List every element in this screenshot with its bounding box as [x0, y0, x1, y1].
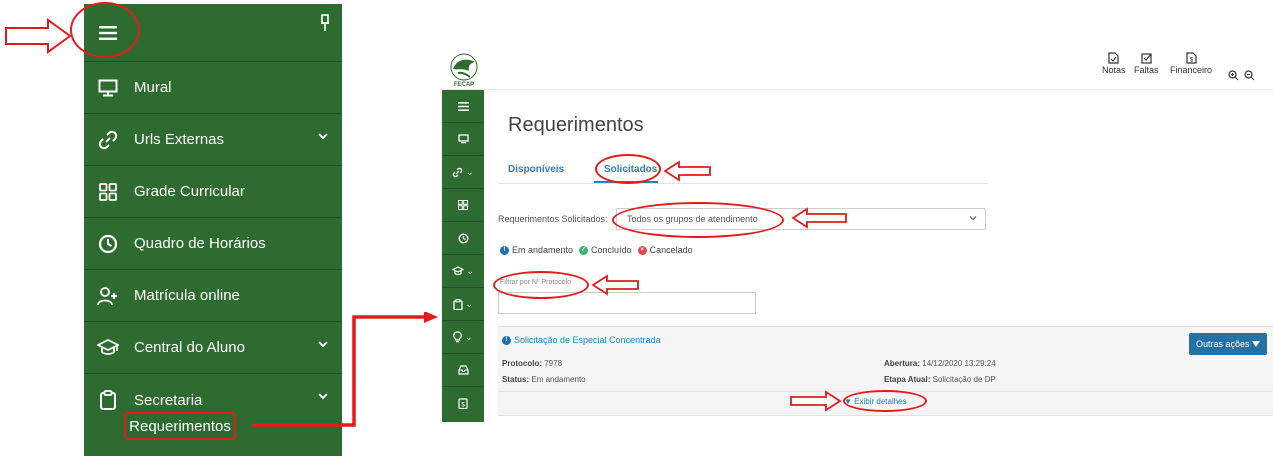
- tab-disponiveis[interactable]: Disponíveis: [508, 164, 564, 175]
- expanded-sidebar: Mural Urls Externas Grade Curricular Qua…: [84, 4, 342, 456]
- sidebar-item-inbox[interactable]: [442, 354, 484, 387]
- top-bar: FECAP Notas Faltas $ Financeiro: [442, 50, 1273, 90]
- clock-icon: [457, 232, 469, 244]
- clipboard-icon: [453, 298, 463, 310]
- chevron-down-icon: [318, 393, 328, 400]
- link-icon: [453, 167, 463, 177]
- filter-label: Requerimentos Solicitados:: [498, 214, 608, 224]
- annotation-circle-select: [612, 202, 784, 238]
- logo-text: FECAP: [454, 82, 474, 88]
- sidebar-subitem-requerimentos[interactable]: Requerimentos: [124, 412, 236, 440]
- sidebar-item-label: Quadro de Horários: [134, 235, 266, 252]
- sidebar-item-ideas[interactable]: ⌄: [442, 321, 484, 354]
- collapsed-sidebar: ⌄ ⌄ ⌄ ⌄ $: [442, 90, 484, 422]
- clipboard-icon: [96, 388, 120, 412]
- request-title[interactable]: ! Solicitação de Especial Concentrada: [502, 335, 661, 345]
- financeiro-button[interactable]: $ Financeiro: [1170, 52, 1212, 75]
- sidebar-item-label: Secretaria: [134, 391, 203, 409]
- annotation-circle-hamburger: [70, 2, 140, 58]
- fecap-logo: FECAP: [450, 53, 478, 88]
- status-in-progress-icon: !: [502, 335, 511, 345]
- annotation-circle-protocol: [493, 271, 589, 299]
- grid-icon: [96, 180, 120, 204]
- grid-icon: [458, 200, 468, 210]
- sidebar-item-label: Mural: [134, 79, 172, 96]
- sidebar-item-central-do-aluno[interactable]: Central do Aluno: [84, 322, 342, 374]
- graduation-cap-icon: [451, 266, 464, 276]
- sidebar-item-mural[interactable]: [442, 123, 484, 156]
- sidebar-item-matricula-online[interactable]: Matrícula online: [84, 270, 342, 322]
- document-icon: [1108, 52, 1119, 64]
- chevron-down-icon: [318, 133, 328, 140]
- user-add-icon: [96, 284, 120, 308]
- monitor-icon: [96, 76, 120, 100]
- page-title: Requerimentos: [508, 114, 644, 136]
- sidebar-item-urls-externas[interactable]: ⌄: [442, 156, 484, 189]
- clock-icon: [96, 232, 120, 256]
- app-window: FECAP Notas Faltas $ Financeiro ⌄ ⌄ ⌄ ⌄ …: [442, 50, 1273, 430]
- etapa-field: Etapa Atual: Solicitação de DP: [884, 375, 996, 384]
- caret-down-icon: [1252, 341, 1261, 347]
- svg-text:$: $: [461, 403, 465, 409]
- sidebar-item-mural[interactable]: Mural: [84, 62, 342, 114]
- invoice-icon: $: [458, 398, 468, 409]
- outras-acoes-button[interactable]: Outras ações: [1189, 333, 1267, 355]
- sidebar-item-label: Central do Aluno: [134, 339, 245, 356]
- protocolo-field: Protocolo: 7978: [502, 359, 563, 368]
- link-icon: [96, 128, 120, 152]
- monitor-icon: [457, 134, 469, 144]
- graduation-cap-icon: [96, 336, 120, 360]
- status-in-progress-icon: !: [500, 245, 509, 255]
- pin-icon[interactable]: [320, 14, 330, 32]
- status-legend: ! Em andamento ✓ Concluído × Cancelado: [500, 245, 693, 255]
- inbox-icon: [457, 365, 469, 375]
- invoice-icon: $: [1185, 52, 1197, 64]
- notas-button[interactable]: Notas: [1102, 52, 1126, 75]
- sidebar-item-quadro-de-horarios[interactable]: [442, 222, 484, 255]
- checkbox-icon: [1141, 53, 1152, 64]
- annotation-circle-solicitados: [595, 154, 661, 184]
- lightbulb-icon: [453, 331, 463, 343]
- sidebar-item-label: Grade Curricular: [134, 183, 245, 200]
- sidebar-item-grade-curricular[interactable]: [442, 189, 484, 222]
- status-completed-icon: ✓: [579, 245, 589, 255]
- hamburger-menu-icon[interactable]: [442, 90, 484, 123]
- faltas-button[interactable]: Faltas: [1134, 52, 1159, 75]
- zoom-out-icon[interactable]: [1244, 70, 1255, 81]
- sidebar-item-label: Matrícula online: [134, 287, 240, 304]
- sidebar-item-financeiro[interactable]: $: [442, 387, 484, 420]
- annotation-arrow-hamburger: [5, 18, 72, 54]
- status-field: Status: Em andamento: [502, 375, 586, 384]
- chevron-down-icon: [318, 341, 328, 348]
- zoom-in-icon[interactable]: [1228, 70, 1239, 81]
- tab-divider: [498, 183, 988, 184]
- sidebar-item-secretaria[interactable]: ⌄: [442, 288, 484, 321]
- sidebar-item-urls-externas[interactable]: Urls Externas: [84, 114, 342, 166]
- sidebar-item-grade-curricular[interactable]: Grade Curricular: [84, 166, 342, 218]
- sidebar-item-central-do-aluno[interactable]: ⌄: [442, 255, 484, 288]
- annotation-circle-details: [843, 390, 927, 412]
- sidebar-item-label: Urls Externas: [134, 131, 225, 148]
- sidebar-item-quadro-de-horarios[interactable]: Quadro de Horários: [84, 218, 342, 270]
- chevron-down-icon: [969, 216, 977, 221]
- abertura-field: Abertura: 14/12/2020 13:29:24: [884, 359, 996, 368]
- status-cancelled-icon: ×: [637, 245, 647, 255]
